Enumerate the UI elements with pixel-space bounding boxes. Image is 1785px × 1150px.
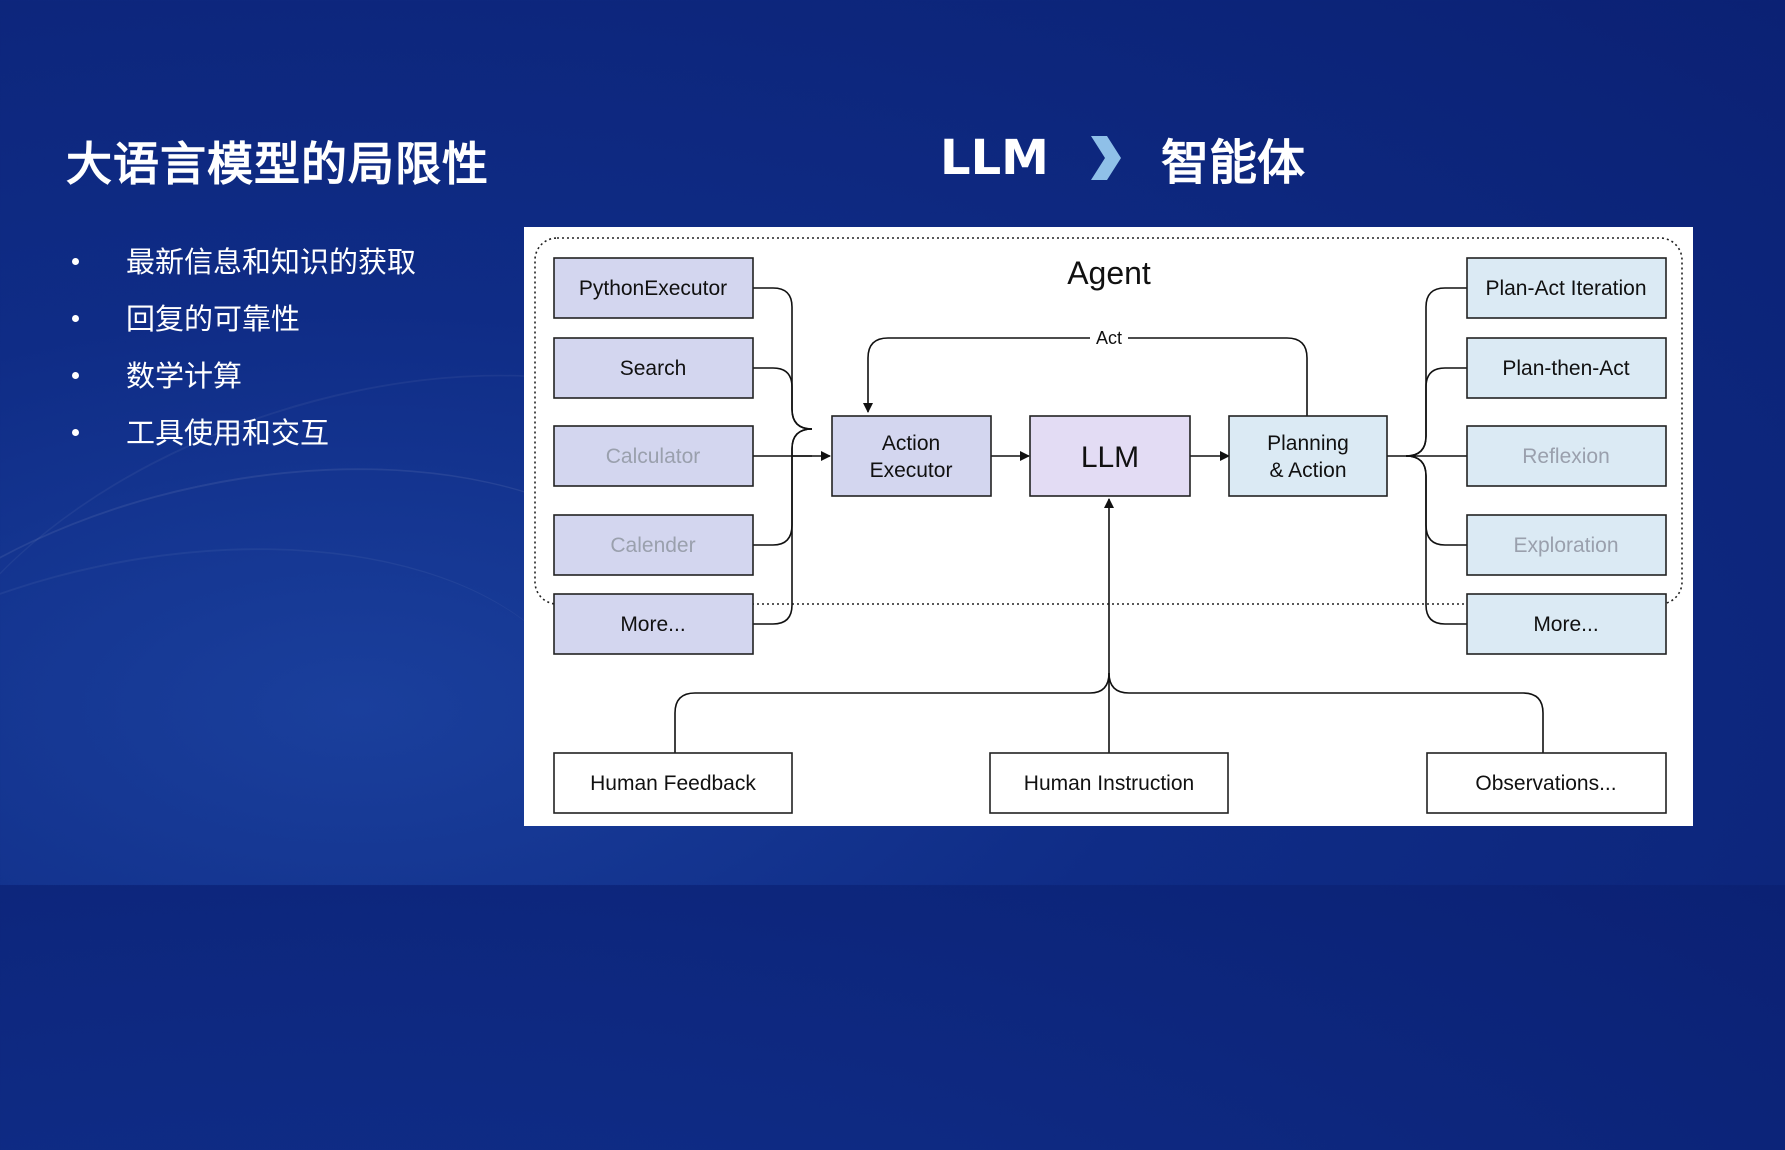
headline: LLM 智能体 xyxy=(940,126,1305,191)
headline-left: LLM xyxy=(940,130,1049,186)
bullet-item: 数学计算 xyxy=(66,352,416,409)
input-observations: Observations... xyxy=(1426,752,1667,814)
strategy-exploration: Exploration xyxy=(1466,514,1667,576)
bullet-text: 回复的可靠性 xyxy=(126,302,301,336)
tool-calculator: Calculator xyxy=(553,425,754,487)
tool-label: More... xyxy=(620,613,685,636)
strategy-label: Reflexion xyxy=(1522,445,1610,468)
headline-right: 智能体 xyxy=(1160,135,1305,191)
action-executor-line2: Executor xyxy=(870,459,953,482)
strategy-label: Exploration xyxy=(1513,534,1618,557)
planning-line1: Planning xyxy=(1267,432,1349,455)
bullet-dot-icon xyxy=(72,429,79,436)
strategy-label: Plan-then-Act xyxy=(1502,357,1629,380)
strategy-connectors xyxy=(1387,287,1467,625)
strategy-plan-act-iteration: Plan-Act Iteration xyxy=(1466,257,1667,319)
limitations-list: 最新信息和知识的获取 回复的可靠性 数学计算 工具使用和交互 xyxy=(66,238,416,466)
bullet-item: 最新信息和知识的获取 xyxy=(66,238,416,295)
tool-connectors xyxy=(753,287,831,625)
tool-label: Calender xyxy=(610,534,695,557)
strategy-reflexion: Reflexion xyxy=(1466,425,1667,487)
planning-action-box: Planning & Action xyxy=(1228,415,1388,497)
bullet-text: 数学计算 xyxy=(126,359,243,393)
input-label: Observations... xyxy=(1475,772,1616,795)
llm-box: LLM xyxy=(1029,415,1191,497)
planning-line2: & Action xyxy=(1269,459,1346,482)
agent-diagram-svg: Agent Act PythonExecutor Search Calculat… xyxy=(534,237,1683,814)
slide-title: 大语言模型的局限性 xyxy=(66,137,489,191)
bullet-text: 工具使用和交互 xyxy=(126,416,330,450)
tool-more: More... xyxy=(553,593,754,655)
strategy-plan-then-act: Plan-then-Act xyxy=(1466,337,1667,399)
input-human-instruction: Human Instruction xyxy=(989,752,1229,814)
tool-label: Search xyxy=(620,357,687,380)
input-label: Human Feedback xyxy=(590,772,756,795)
bullet-dot-icon xyxy=(72,372,79,379)
tool-search: Search xyxy=(553,337,754,399)
llm-label: LLM xyxy=(1081,441,1139,474)
input-human-feedback: Human Feedback xyxy=(553,752,793,814)
bullet-dot-icon xyxy=(72,315,79,322)
tool-calender: Calender xyxy=(553,514,754,576)
bullet-item: 回复的可靠性 xyxy=(66,295,416,352)
tool-label: PythonExecutor xyxy=(579,277,727,300)
bullet-text: 最新信息和知识的获取 xyxy=(126,245,417,279)
act-loop xyxy=(863,337,1308,416)
action-executor-line1: Action xyxy=(882,432,940,455)
bullet-item: 工具使用和交互 xyxy=(66,409,416,466)
bullet-dot-icon xyxy=(72,258,79,265)
input-label: Human Instruction xyxy=(1024,772,1194,795)
strategy-more: More... xyxy=(1466,593,1667,655)
chevron-right-icon xyxy=(1090,136,1121,180)
tool-pythonexecutor: PythonExecutor xyxy=(553,257,754,319)
tool-label: Calculator xyxy=(606,445,701,468)
input-connectors xyxy=(674,498,1544,753)
agent-label: Agent xyxy=(1067,255,1151,291)
agent-diagram: Agent Act PythonExecutor Search Calculat… xyxy=(524,227,1693,826)
action-executor-box: Action Executor xyxy=(831,415,992,497)
act-label: Act xyxy=(1096,328,1122,348)
strategy-label: More... xyxy=(1533,613,1598,636)
strategy-label: Plan-Act Iteration xyxy=(1485,277,1646,300)
